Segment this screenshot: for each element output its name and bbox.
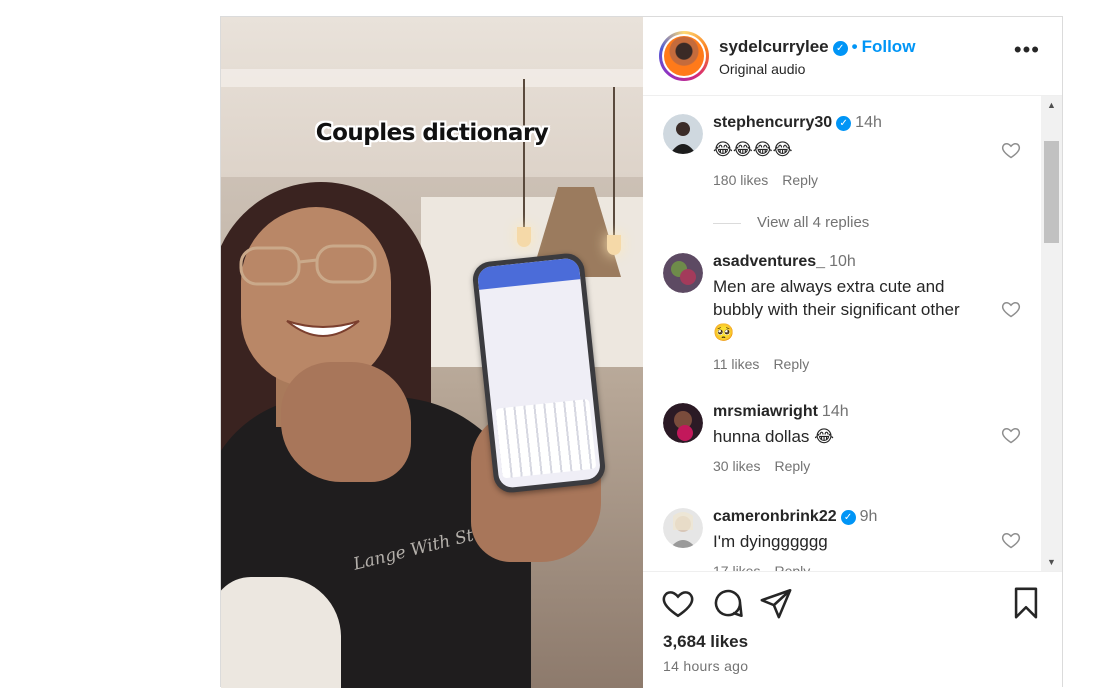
comment-text: Men are always extra cute and bubbly wit… bbox=[713, 277, 960, 342]
instagram-post: Lange With Strangers Couples dictionary bbox=[220, 16, 1063, 688]
comment-meta: 11 likes Reply bbox=[713, 356, 823, 372]
phone-keyboard bbox=[495, 398, 597, 479]
comment-icon[interactable] bbox=[711, 586, 745, 620]
commenter-avatar[interactable] bbox=[663, 508, 703, 548]
hand bbox=[281, 362, 411, 482]
comment-header: mrsmiawright 14h bbox=[713, 403, 849, 421]
comment-header: stephencurry30 ✓ 14h bbox=[713, 114, 882, 132]
comments-scrollbar[interactable]: ▲ ▼ bbox=[1041, 96, 1062, 571]
comments-list: stephencurry30 ✓ 14h 😂😂😂😂 180 likes Reply V… bbox=[643, 96, 1041, 571]
smartphone bbox=[471, 251, 607, 495]
commenter-avatar[interactable] bbox=[663, 253, 703, 293]
person-face bbox=[241, 207, 391, 387]
comment-likes[interactable]: 11 likes bbox=[713, 356, 759, 372]
comment-likes[interactable]: 180 likes bbox=[713, 172, 768, 188]
post-header: sydelcurrylee ✓ • Follow Original audio ••• bbox=[643, 17, 1062, 96]
comment-text: hunna dollas 😂 bbox=[713, 427, 835, 446]
ceiling-beam bbox=[221, 69, 643, 87]
heart-icon[interactable] bbox=[1001, 299, 1021, 319]
avatar-border bbox=[662, 34, 706, 78]
story-ring[interactable] bbox=[659, 31, 709, 81]
heart-icon[interactable] bbox=[1001, 140, 1021, 160]
heart-icon[interactable] bbox=[1001, 425, 1021, 445]
phone-screen bbox=[476, 257, 602, 489]
comment: cameronbrink22 ✓ 9h I'm dyingggggg 17 like… bbox=[643, 508, 1041, 571]
video-caption-overlay: Couples dictionary bbox=[315, 120, 549, 146]
more-options-icon[interactable]: ••• bbox=[1014, 39, 1040, 61]
heart-icon[interactable] bbox=[1001, 530, 1021, 550]
reply-button[interactable]: Reply bbox=[774, 458, 810, 474]
comment-text: I'm dyingggggg bbox=[713, 532, 828, 551]
scroll-up-arrow-icon[interactable]: ▲ bbox=[1041, 100, 1062, 110]
pendant-cord bbox=[613, 87, 615, 237]
post-actions: 3,684 likes 14 hours ago bbox=[643, 571, 1062, 689]
reply-button[interactable]: Reply bbox=[782, 172, 818, 188]
author-username[interactable]: sydelcurrylee bbox=[719, 37, 829, 56]
scrollbar-thumb[interactable] bbox=[1044, 141, 1059, 243]
comment-time[interactable]: 14h bbox=[855, 114, 882, 131]
glasses-icon bbox=[239, 244, 377, 286]
commenter-avatar[interactable] bbox=[663, 403, 703, 443]
comment-header: cameronbrink22 ✓ 9h bbox=[713, 508, 877, 526]
audio-label[interactable]: Original audio bbox=[719, 61, 805, 77]
comment-username[interactable]: asadventures_ bbox=[713, 253, 825, 270]
post-side-panel: sydelcurrylee ✓ • Follow Original audio •••… bbox=[643, 17, 1062, 688]
blanket bbox=[221, 577, 341, 688]
comment-username[interactable]: mrsmiawright bbox=[713, 403, 818, 420]
likes-count[interactable]: 3,684 likes bbox=[663, 632, 748, 652]
comment-text: 😂😂😂😂 bbox=[713, 140, 793, 159]
reply-button[interactable]: Reply bbox=[773, 356, 809, 372]
phone-app-bar bbox=[476, 257, 581, 290]
follow-button[interactable]: Follow bbox=[862, 37, 916, 56]
comment-likes[interactable]: 30 likes bbox=[713, 458, 760, 474]
heart-icon[interactable] bbox=[661, 586, 695, 620]
comment-header: asadventures_ 10h bbox=[713, 253, 856, 271]
author-line: sydelcurrylee ✓ • Follow bbox=[719, 37, 915, 57]
comment-meta: 17 likes Reply bbox=[713, 563, 824, 571]
share-icon[interactable] bbox=[759, 586, 793, 620]
comment-likes[interactable]: 17 likes bbox=[713, 563, 760, 571]
comment-time[interactable]: 10h bbox=[829, 253, 856, 270]
scroll-down-arrow-icon[interactable]: ▼ bbox=[1041, 557, 1062, 567]
post-video[interactable]: Lange With Strangers Couples dictionary bbox=[221, 17, 643, 688]
comment-time[interactable]: 14h bbox=[822, 403, 849, 420]
comment: stephencurry30 ✓ 14h 😂😂😂😂 180 likes Reply V… bbox=[643, 114, 1041, 234]
verified-badge-icon: ✓ bbox=[832, 41, 848, 56]
smile bbox=[286, 320, 360, 337]
post-timestamp[interactable]: 14 hours ago bbox=[663, 658, 748, 674]
comment-meta: 30 likes Reply bbox=[713, 458, 824, 474]
pendant-cord bbox=[523, 79, 525, 229]
separator-dot: • bbox=[851, 37, 858, 56]
view-replies-button[interactable]: View all 4 replies bbox=[713, 214, 869, 231]
verified-badge-icon: ✓ bbox=[840, 510, 856, 525]
commenter-avatar[interactable] bbox=[663, 114, 703, 154]
divider bbox=[713, 222, 741, 224]
view-replies-label: View all 4 replies bbox=[757, 214, 870, 231]
pendant-lamp bbox=[517, 227, 531, 247]
author-avatar[interactable] bbox=[664, 36, 704, 76]
comment-time[interactable]: 9h bbox=[860, 508, 878, 525]
comment: asadventures_ 10h Men are always extra cu… bbox=[643, 253, 1041, 393]
bookmark-icon[interactable] bbox=[1009, 586, 1043, 620]
pendant-lamp bbox=[607, 235, 621, 255]
reply-button[interactable]: Reply bbox=[774, 563, 810, 571]
ceiling bbox=[221, 17, 643, 177]
comment-meta: 180 likes Reply bbox=[713, 172, 832, 188]
comment-username[interactable]: cameronbrink22 bbox=[713, 508, 837, 525]
verified-badge-icon: ✓ bbox=[836, 116, 852, 131]
comment: mrsmiawright 14h hunna dollas 😂 30 likes R… bbox=[643, 403, 1041, 483]
comment-username[interactable]: stephencurry30 bbox=[713, 114, 832, 131]
